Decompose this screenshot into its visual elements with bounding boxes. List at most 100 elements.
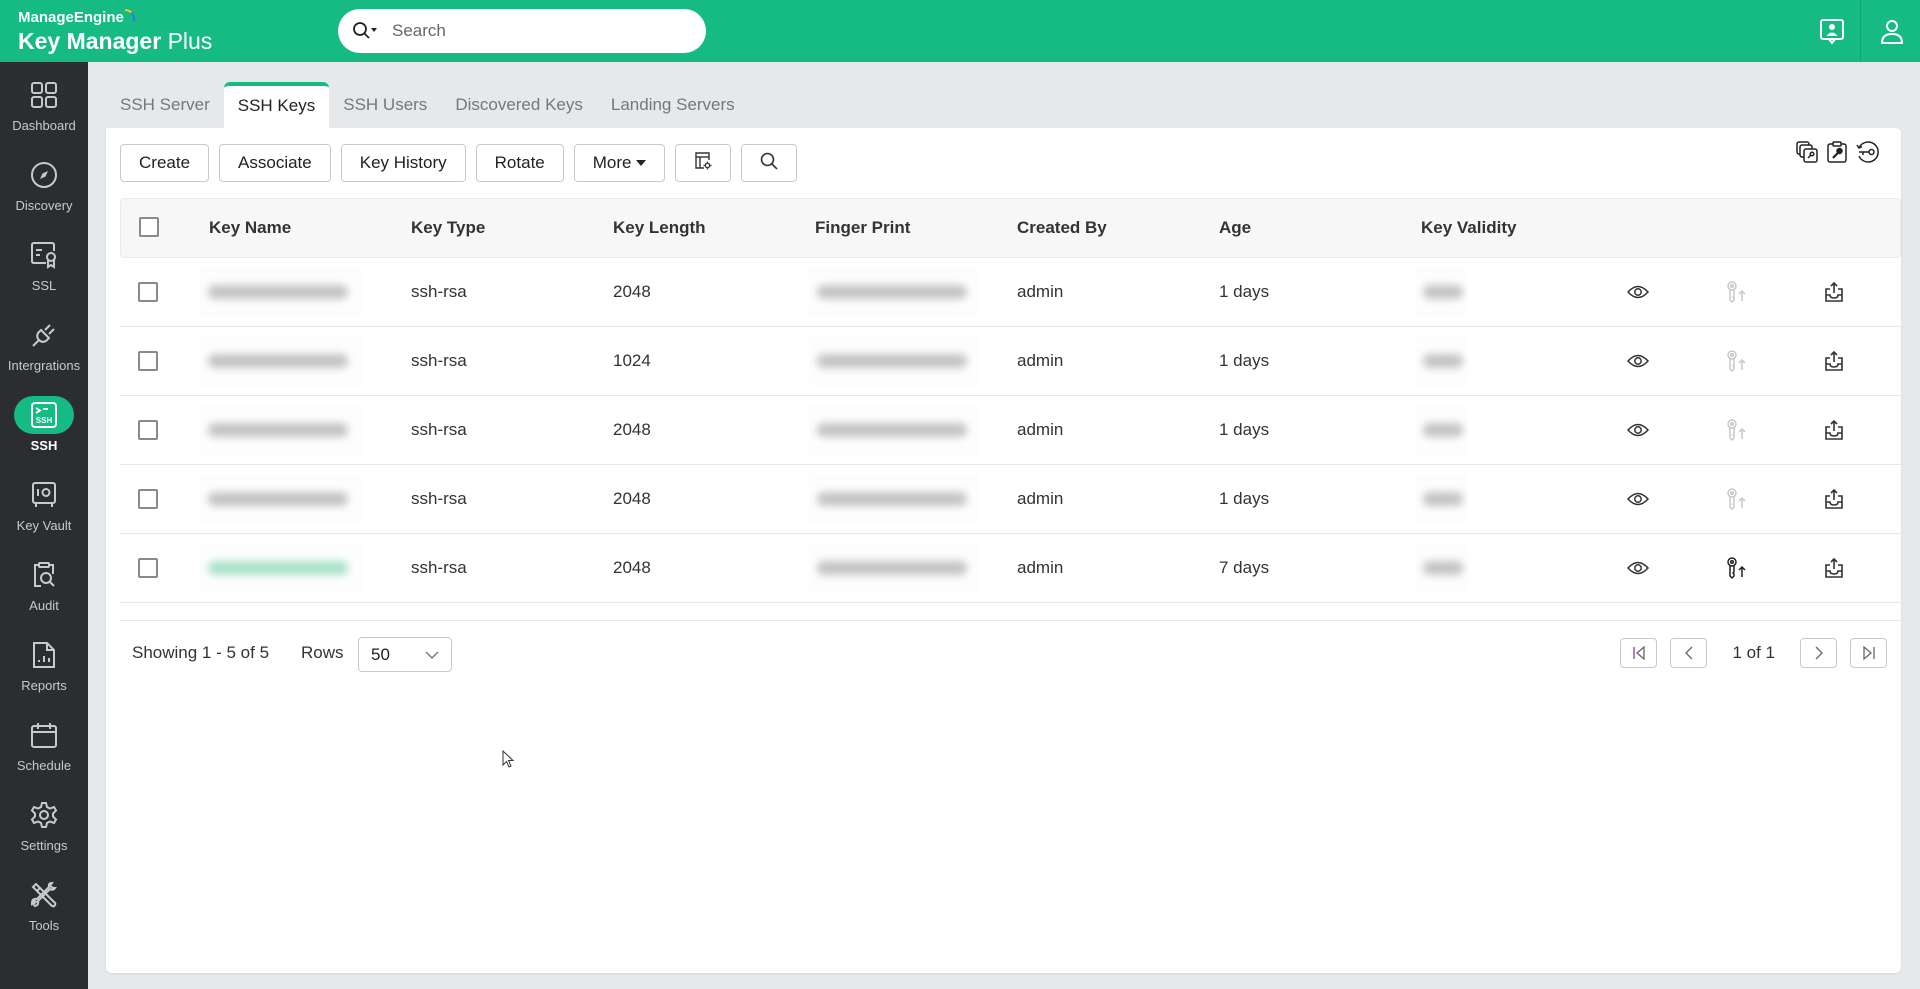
column-age[interactable]: Age <box>1219 218 1251 238</box>
more-dropdown-button[interactable]: More <box>573 144 666 182</box>
sidebar-label: Key Vault <box>16 518 72 533</box>
top-divider <box>1860 0 1861 62</box>
column-key-validity[interactable]: Key Validity <box>1421 218 1516 238</box>
copy-key-icon[interactable] <box>1795 140 1819 164</box>
age-cell: 7 days <box>1219 558 1270 577</box>
select-all-checkbox[interactable] <box>139 217 159 237</box>
key-length-cell: 2048 <box>613 282 651 301</box>
row-checkbox[interactable] <box>138 351 158 371</box>
rows-per-page-select[interactable]: 50 <box>358 637 452 672</box>
key-validity-cell <box>1415 405 1467 455</box>
row-checkbox[interactable] <box>138 558 158 578</box>
sidebar-item-tools[interactable]: Tools <box>0 876 88 948</box>
table-search-button[interactable] <box>741 144 798 182</box>
search-input[interactable] <box>392 21 672 41</box>
gear-icon <box>14 796 74 834</box>
global-search[interactable] <box>338 9 706 53</box>
create-button[interactable]: Create <box>120 144 210 182</box>
product-name: Key Manager <box>18 28 162 54</box>
associate-button[interactable]: Associate <box>219 144 331 182</box>
sidebar-item-key-vault[interactable]: Key Vault <box>0 476 88 548</box>
ssh-terminal-icon: SSH <box>14 396 74 434</box>
sidebar-item-ssl[interactable]: SSL <box>0 236 88 308</box>
view-icon[interactable] <box>1624 347 1652 375</box>
tab-discovered-keys[interactable]: Discovered Keys <box>441 82 597 128</box>
created-by-cell: admin <box>1017 282 1064 301</box>
user-profile-icon[interactable] <box>1876 16 1908 48</box>
tab-landing-servers[interactable]: Landing Servers <box>597 82 749 128</box>
table-body: ssh-rsa 2048 admin 1 days ssh-rsa 1024 admin 1 … <box>120 258 1901 603</box>
column-key-type[interactable]: Key Type <box>411 218 485 238</box>
sidebar-label: Reports <box>21 678 67 693</box>
last-page-button[interactable] <box>1850 638 1887 668</box>
table-row[interactable]: ssh-rsa 2048 admin 1 days <box>120 396 1901 465</box>
column-finger-print[interactable]: Finger Print <box>815 218 910 238</box>
rotate-button[interactable]: Rotate <box>475 144 564 182</box>
redacted-key-name <box>208 354 348 368</box>
column-key-length[interactable]: Key Length <box>613 218 706 238</box>
row-checkbox[interactable] <box>138 489 158 509</box>
row-checkbox[interactable] <box>138 420 158 440</box>
column-key-name[interactable]: Key Name <box>209 218 291 238</box>
key-clipboard-icon[interactable] <box>1825 140 1849 164</box>
key-deploy-icon[interactable] <box>1722 554 1750 582</box>
sidebar-item-schedule[interactable]: Schedule <box>0 716 88 788</box>
view-icon[interactable] <box>1624 278 1652 306</box>
rows-per-page-value: 50 <box>371 644 390 664</box>
table-row[interactable]: ssh-rsa 2048 admin 1 days <box>120 258 1901 327</box>
key-history-button[interactable]: Key History <box>340 144 466 182</box>
table-row[interactable]: ssh-rsa 2048 admin 7 days <box>120 534 1901 603</box>
key-name-cell[interactable] <box>200 474 362 524</box>
top-bar: ManageEngine Key Manager Plus <box>0 0 1920 62</box>
next-page-button[interactable] <box>1800 638 1837 668</box>
sidebar-item-dashboard[interactable]: Dashboard <box>0 76 88 148</box>
sidebar-item-ssh[interactable]: SSH SSH <box>0 396 88 468</box>
toolbar: Create Associate Key History Rotate More <box>120 144 798 182</box>
page-indicator: 1 of 1 <box>1732 643 1775 662</box>
sidebar-item-discovery[interactable]: Discovery <box>0 156 88 228</box>
export-icon[interactable] <box>1820 278 1848 306</box>
key-type-cell: ssh-rsa <box>411 558 467 577</box>
calendar-icon <box>14 716 74 754</box>
view-icon[interactable] <box>1624 485 1652 513</box>
showing-count: Showing 1 - 5 of 5 <box>132 643 270 662</box>
redacted-finger-print <box>817 423 967 437</box>
export-icon[interactable] <box>1820 485 1848 513</box>
table-row[interactable]: ssh-rsa 2048 admin 1 days <box>120 465 1901 534</box>
row-checkbox[interactable] <box>138 282 158 302</box>
column-created-by[interactable]: Created By <box>1017 218 1107 238</box>
sidebar-item-integrations[interactable]: Intergrations <box>0 316 88 388</box>
first-page-button[interactable] <box>1620 638 1658 668</box>
user-support-icon[interactable] <box>1816 16 1848 48</box>
column-settings-button[interactable] <box>675 144 732 182</box>
key-name-cell[interactable] <box>200 336 362 386</box>
tab-ssh-server[interactable]: SSH Server <box>106 82 224 128</box>
chevron-down-icon <box>425 645 439 665</box>
brand-logo[interactable]: ManageEngine Key Manager Plus <box>18 8 213 55</box>
table-row[interactable]: ssh-rsa 1024 admin 1 days <box>120 327 1901 396</box>
key-type-cell: ssh-rsa <box>411 420 467 439</box>
product-edition: Plus <box>167 28 213 54</box>
key-history-icon[interactable] <box>1855 140 1879 164</box>
sidebar-item-reports[interactable]: Reports <box>0 636 88 708</box>
redacted-key-name <box>208 492 348 506</box>
key-name-cell[interactable] <box>200 405 362 455</box>
previous-page-button[interactable] <box>1670 638 1708 668</box>
tab-ssh-keys[interactable]: SSH Keys <box>223 82 330 128</box>
key-name-cell[interactable] <box>200 267 362 317</box>
sidebar: Dashboard Discovery SSL Intergrations SS… <box>0 62 88 989</box>
export-icon[interactable] <box>1820 347 1848 375</box>
search-dropdown-icon[interactable] <box>352 21 378 41</box>
redacted-key-validity <box>1423 285 1463 299</box>
key-name-cell[interactable] <box>200 543 362 593</box>
view-icon[interactable] <box>1624 554 1652 582</box>
sidebar-item-audit[interactable]: Audit <box>0 556 88 628</box>
view-icon[interactable] <box>1624 416 1652 444</box>
export-icon[interactable] <box>1820 554 1848 582</box>
export-icon[interactable] <box>1820 416 1848 444</box>
tab-ssh-users[interactable]: SSH Users <box>329 82 441 128</box>
redacted-key-name <box>208 561 348 575</box>
sidebar-label: Discovery <box>15 198 73 213</box>
table-header: Key Name Key Type Key Length Finger Prin… <box>120 198 1901 258</box>
sidebar-item-settings[interactable]: Settings <box>0 796 88 868</box>
